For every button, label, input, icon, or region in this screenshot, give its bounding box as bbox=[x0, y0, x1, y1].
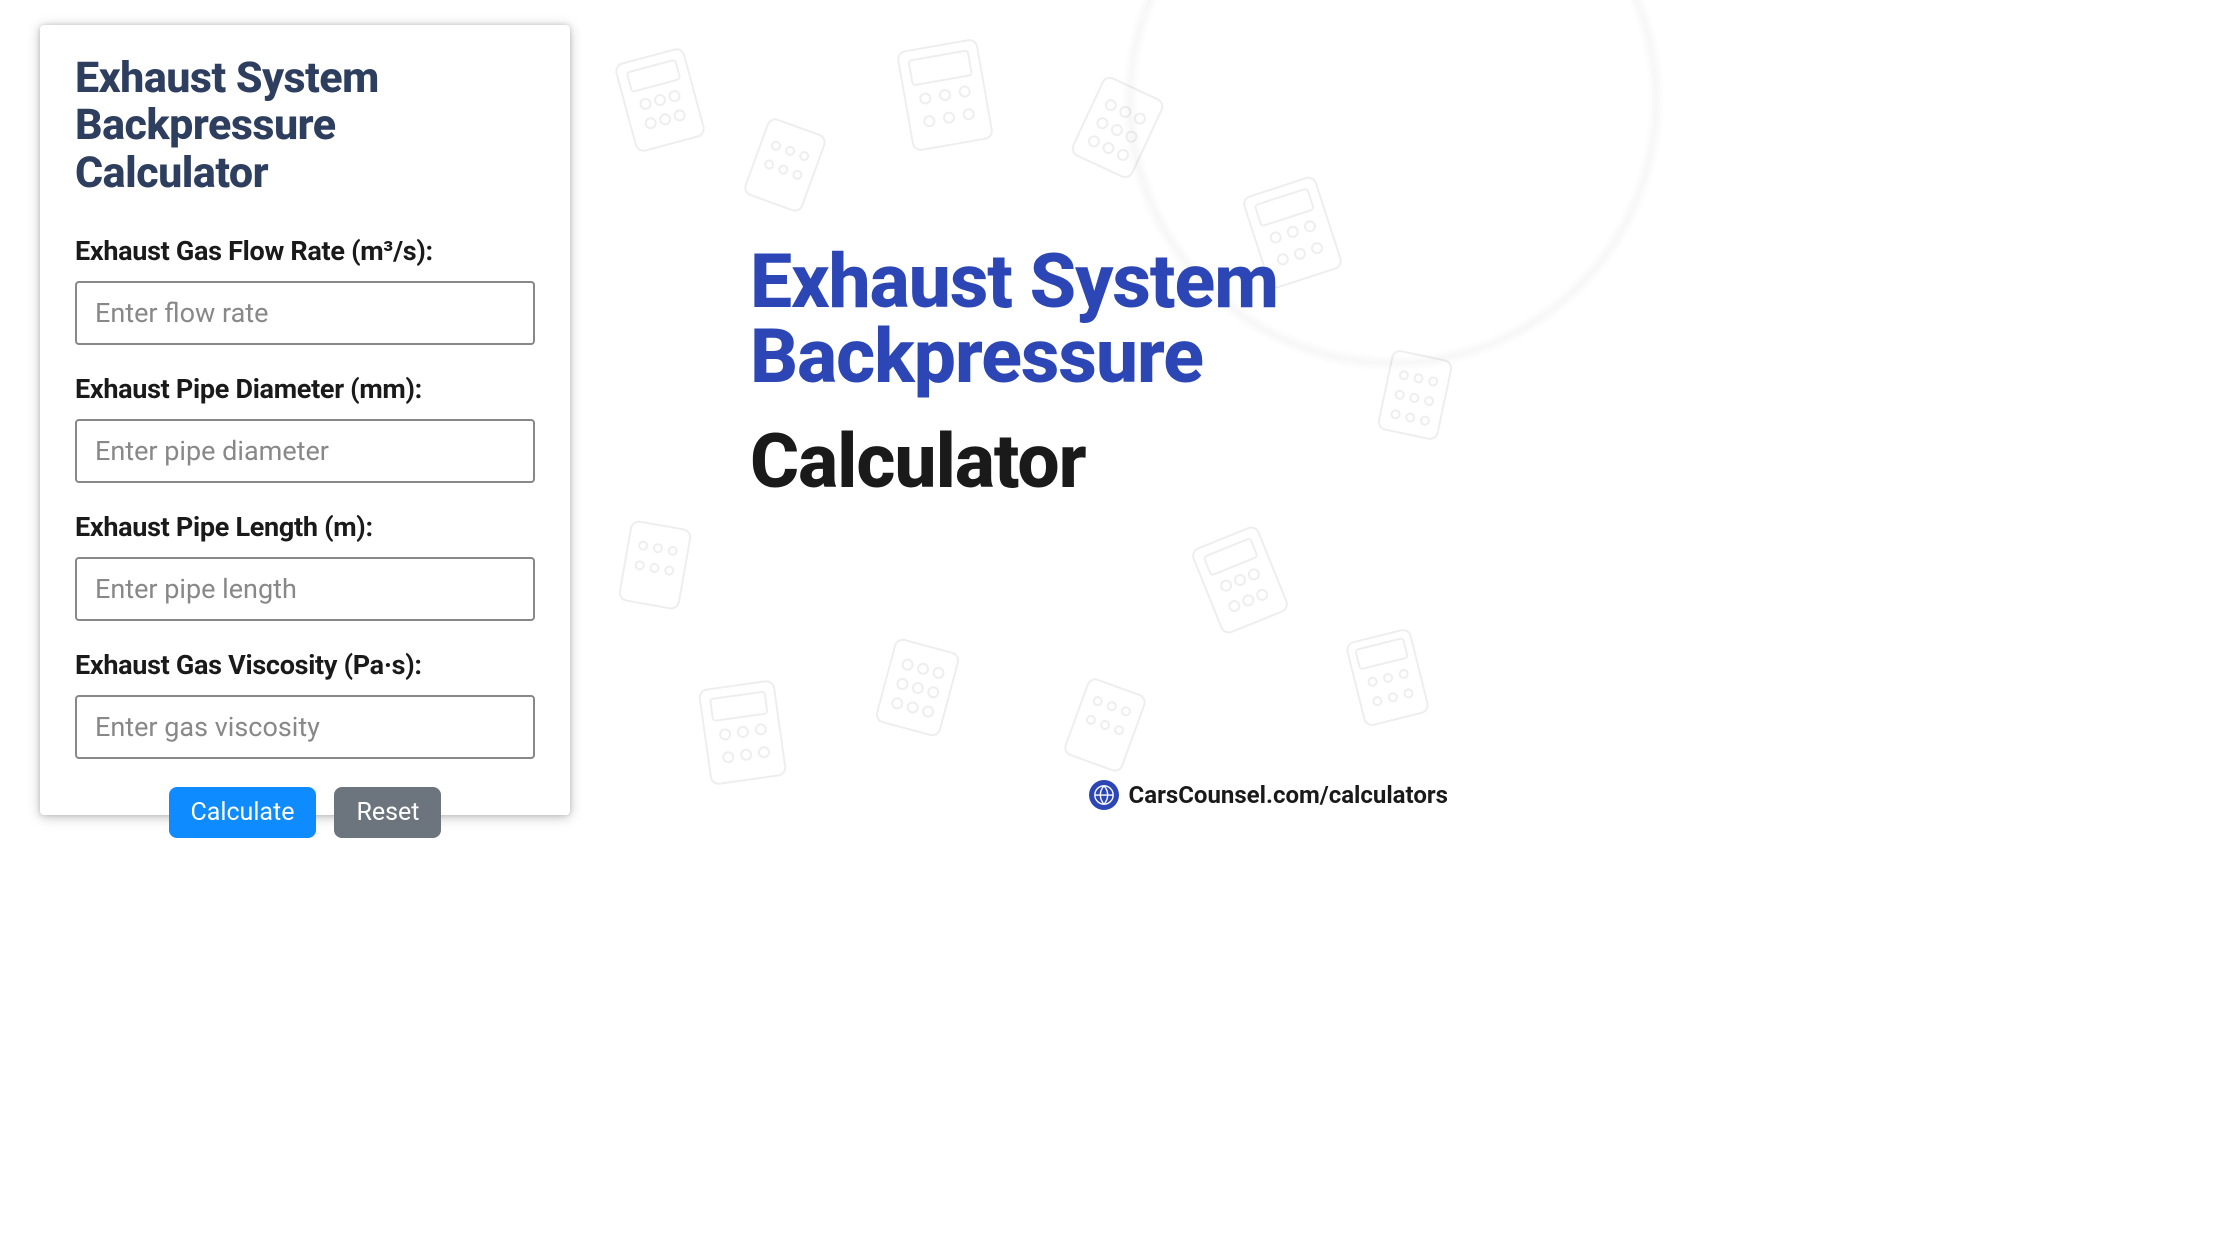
flow-rate-input[interactable] bbox=[75, 281, 535, 345]
form-group-flow-rate: Exhaust Gas Flow Rate (m³/s): bbox=[75, 235, 535, 345]
footer-link[interactable]: CarsCounsel.com/calculators bbox=[1089, 780, 1448, 810]
calculator-bg-icon bbox=[613, 515, 698, 616]
calculate-button[interactable]: Calculate bbox=[169, 787, 317, 838]
calculator-bg-icon bbox=[1184, 519, 1296, 642]
calculator-bg-icon bbox=[608, 41, 711, 158]
length-label: Exhaust Pipe Length (m): bbox=[75, 511, 535, 543]
diameter-label: Exhaust Pipe Diameter (mm): bbox=[75, 373, 535, 405]
hero-subtitle: Calculator bbox=[750, 425, 1493, 500]
form-group-viscosity: Exhaust Gas Viscosity (Pa·s): bbox=[75, 649, 535, 759]
calculator-bg-icon bbox=[1340, 622, 1436, 732]
button-row: Calculate Reset bbox=[75, 787, 535, 838]
length-input[interactable] bbox=[75, 557, 535, 621]
calculator-bg-icon bbox=[737, 111, 834, 220]
form-group-diameter: Exhaust Pipe Diameter (mm): bbox=[75, 373, 535, 483]
calculator-bg-icon bbox=[1063, 69, 1171, 187]
calculator-bg-icon bbox=[869, 632, 966, 743]
form-group-length: Exhaust Pipe Length (m): bbox=[75, 511, 535, 621]
card-title: Exhaust System Backpressure Calculator bbox=[75, 55, 535, 197]
calculator-card: Exhaust System Backpressure Calculator E… bbox=[40, 25, 570, 815]
hero-text: Exhaust System Backpressure Calculator bbox=[750, 245, 1493, 500]
calculator-bg-icon bbox=[891, 33, 999, 157]
viscosity-label: Exhaust Gas Viscosity (Pa·s): bbox=[75, 649, 535, 681]
viscosity-input[interactable] bbox=[75, 695, 535, 759]
hero-title: Exhaust System Backpressure bbox=[750, 245, 1493, 395]
calculator-bg-icon bbox=[693, 675, 792, 791]
calculator-bg-icon bbox=[1057, 671, 1154, 780]
globe-icon bbox=[1089, 780, 1119, 810]
reset-button[interactable]: Reset bbox=[334, 787, 441, 838]
diameter-input[interactable] bbox=[75, 419, 535, 483]
flow-rate-label: Exhaust Gas Flow Rate (m³/s): bbox=[75, 235, 535, 267]
footer-url: CarsCounsel.com/calculators bbox=[1129, 781, 1448, 809]
